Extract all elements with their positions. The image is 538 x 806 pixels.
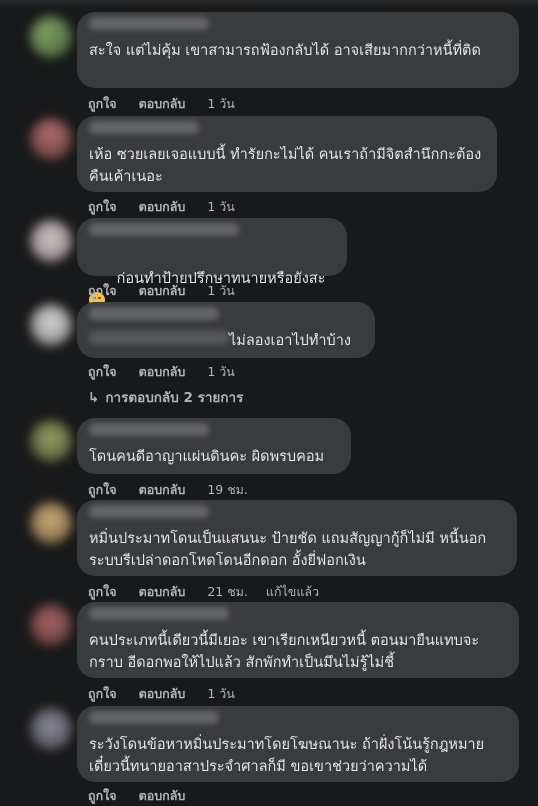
commenter-name[interactable]: [89, 607, 229, 620]
comment-text: คนประเภทนี้เดียวนี้มีเยอะ เขาเรียกเหนียว…: [89, 633, 480, 671]
comment-bubble: โดนคนดีอาญาแผ่นดินคะ ผิดพรบคอม: [77, 418, 351, 474]
comment-actions: ถูกใจ ตอบกลับ 19 ชม.: [88, 480, 270, 500]
comment-time[interactable]: 21 ชม.: [207, 582, 248, 602]
edited-label[interactable]: แก้ไขแล้ว: [266, 582, 319, 602]
comment-time[interactable]: 19 ชม.: [207, 480, 248, 500]
comment-text: หมิ่นประมาทโดนเป็นแสนนะ ป้ายชัด แถมสัญญา…: [89, 531, 487, 569]
avatar[interactable]: [30, 420, 72, 462]
commenter-name[interactable]: [89, 17, 209, 30]
comment-actions: ถูกใจ ตอบกลับ 1 วัน: [88, 197, 257, 217]
comment-bubble: คนประเภทนี้เดียวนี้มีเยอะ เขาเรียกเหนียว…: [77, 602, 519, 678]
comment-time[interactable]: 1 วัน: [207, 197, 235, 217]
reply-button[interactable]: ตอบกลับ: [139, 362, 186, 382]
avatar[interactable]: [30, 604, 72, 646]
comment-actions: ถูกใจ ตอบกลับ 1 วัน: [88, 94, 257, 114]
avatar[interactable]: [30, 16, 72, 58]
comment-text: สะใจ แต่ไม่คุ้ม เขาสามารถฟ้องกลับได้ อาจ…: [89, 43, 481, 59]
like-button[interactable]: ถูกใจ: [88, 281, 117, 301]
like-button[interactable]: ถูกใจ: [88, 684, 117, 704]
commenter-name[interactable]: [89, 307, 219, 320]
comment-text: เห้อ ซวยเลยเจอแบบนี้ ทำรัยกะไม่ได้ คนเรา…: [89, 147, 482, 185]
comment-bubble: ไม่ลองเอาไปทำบ้าง: [77, 302, 375, 358]
commenter-name[interactable]: [89, 505, 209, 518]
top-fade: [0, 0, 538, 8]
comment-actions: ถูกใจ ตอบกลับ 1 วัน: [88, 362, 257, 382]
comment-actions: ถูกใจ ตอบกลับ: [88, 786, 207, 806]
reply-button[interactable]: ตอบกลับ: [139, 786, 186, 806]
reply-button[interactable]: ตอบกลับ: [139, 281, 186, 301]
comment-text: ไม่ลองเอาไปทำบ้าง: [229, 333, 351, 349]
commenter-name[interactable]: [89, 711, 219, 724]
avatar[interactable]: [30, 220, 72, 262]
like-button[interactable]: ถูกใจ: [88, 94, 117, 114]
mention-tag[interactable]: [89, 331, 229, 344]
avatar[interactable]: [30, 304, 72, 346]
reply-button[interactable]: ตอบกลับ: [139, 582, 186, 602]
reply-button[interactable]: ตอบกลับ: [139, 94, 186, 114]
comment-time[interactable]: 1 วัน: [207, 281, 235, 301]
comment-actions: ถูกใจ ตอบกลับ 21 ชม. แก้ไขแล้ว: [88, 582, 341, 602]
comment-text: โดนคนดีอาญาแผ่นดินคะ ผิดพรบคอม: [89, 449, 325, 465]
reply-button[interactable]: ตอบกลับ: [139, 197, 186, 217]
reply-button[interactable]: ตอบกลับ: [139, 480, 186, 500]
reply-arrow-icon: ↳: [88, 390, 100, 406]
commenter-name[interactable]: [89, 223, 239, 236]
comment-actions: ถูกใจ ตอบกลับ 1 วัน: [88, 684, 257, 704]
reply-button[interactable]: ตอบกลับ: [139, 684, 186, 704]
comment-bubble: ก่อนทำป้ายปรึกษาทนายหรือยังสะ: [77, 218, 347, 308]
comment-bubble: สะใจ แต่ไม่คุ้ม เขาสามารถฟ้องกลับได้ อาจ…: [77, 12, 519, 88]
like-button[interactable]: ถูกใจ: [88, 362, 117, 382]
avatar[interactable]: [30, 118, 72, 160]
comment-text: ระวังโดนข้อหาหมิ่นประมาทโดยโฆษณานะ ถ้าฝั…: [89, 737, 489, 775]
like-button[interactable]: ถูกใจ: [88, 786, 117, 806]
comment-time[interactable]: 1 วัน: [207, 362, 235, 382]
view-replies-link[interactable]: ↳ การตอบกลับ 2 รายการ: [88, 386, 243, 408]
replies-count-label: การตอบกลับ 2 รายการ: [105, 390, 244, 406]
comment-time[interactable]: 1 วัน: [207, 684, 235, 704]
commenter-name[interactable]: [89, 121, 199, 134]
comment-bubble: หมิ่นประมาทโดนเป็นแสนนะ ป้ายชัด แถมสัญญา…: [77, 500, 517, 576]
like-button[interactable]: ถูกใจ: [88, 480, 117, 500]
avatar[interactable]: [30, 708, 72, 750]
comment-actions: ถูกใจ ตอบกลับ 1 วัน: [88, 281, 257, 301]
like-button[interactable]: ถูกใจ: [88, 582, 117, 602]
comment-bubble: ระวังโดนข้อหาหมิ่นประมาทโดยโฆษณานะ ถ้าฝั…: [77, 706, 519, 782]
comment-time[interactable]: 1 วัน: [207, 94, 235, 114]
avatar[interactable]: [30, 502, 72, 544]
comment-bubble: เห้อ ซวยเลยเจอแบบนี้ ทำรัยกะไม่ได้ คนเรา…: [77, 116, 497, 192]
commenter-name[interactable]: [89, 423, 209, 436]
like-button[interactable]: ถูกใจ: [88, 197, 117, 217]
